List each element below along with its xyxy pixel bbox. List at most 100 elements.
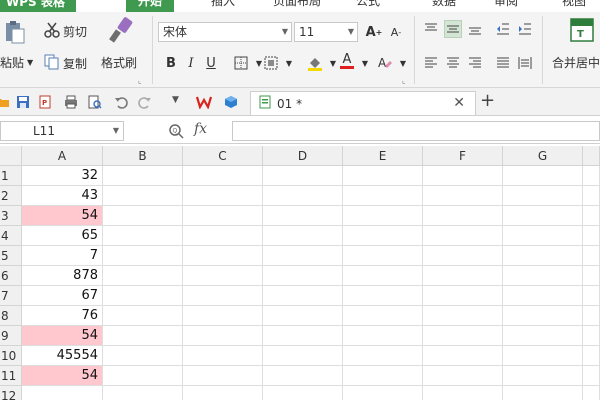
table-cell[interactable] (183, 206, 263, 226)
table-cell[interactable] (263, 346, 343, 366)
row-header[interactable]: 11 (0, 366, 22, 386)
align-top-icon[interactable] (422, 20, 440, 38)
align-left-icon[interactable] (422, 54, 440, 72)
table-cell[interactable] (503, 366, 583, 386)
row-header[interactable]: 10 (0, 346, 22, 366)
tab-insert[interactable]: 插入 (198, 0, 248, 12)
table-cell[interactable] (423, 266, 503, 286)
table-cell[interactable] (103, 326, 183, 346)
table-cell[interactable] (583, 326, 600, 346)
table-cell[interactable] (503, 266, 583, 286)
table-cell[interactable] (343, 346, 423, 366)
app-menu-button[interactable]: WPS 表格 (0, 0, 76, 12)
table-cell[interactable] (423, 166, 503, 186)
table-cell[interactable] (503, 306, 583, 326)
table-cell[interactable] (583, 186, 600, 206)
borders-icon[interactable] (232, 54, 250, 72)
table-cell[interactable] (343, 166, 423, 186)
table-cell[interactable] (423, 366, 503, 386)
table-cell[interactable] (343, 326, 423, 346)
formula-input[interactable] (232, 121, 600, 141)
print-preview-icon[interactable] (88, 95, 102, 109)
cell-a10[interactable]: 45554 (22, 346, 103, 366)
table-cell[interactable] (343, 226, 423, 246)
table-cell[interactable] (503, 206, 583, 226)
row-header[interactable]: 4 (0, 226, 22, 246)
table-cell[interactable] (103, 266, 183, 286)
table-cell[interactable] (183, 346, 263, 366)
document-tab[interactable]: 01 * ✕ (250, 91, 476, 115)
table-cell[interactable] (503, 326, 583, 346)
table-cell[interactable] (183, 326, 263, 346)
chevron-down-icon[interactable]: ▼ (394, 54, 412, 72)
merge-center-icon[interactable]: T (570, 18, 594, 42)
table-cell[interactable] (263, 286, 343, 306)
table-cell[interactable] (263, 386, 343, 400)
row-header[interactable]: 6 (0, 266, 22, 286)
table-cell[interactable] (423, 226, 503, 246)
cell-a5[interactable]: 7 (22, 246, 103, 266)
table-cell[interactable] (343, 386, 423, 400)
table-cell[interactable] (503, 246, 583, 266)
table-cell[interactable] (343, 306, 423, 326)
table-cell[interactable] (423, 206, 503, 226)
table-cell[interactable] (343, 206, 423, 226)
table-cell[interactable] (343, 286, 423, 306)
undo-icon[interactable] (114, 95, 128, 109)
open-folder-icon[interactable] (0, 95, 10, 109)
export-pdf-icon[interactable]: P (38, 95, 52, 109)
wps-logo-icon[interactable] (195, 95, 213, 110)
chevron-down-icon[interactable]: ▼ (356, 54, 374, 72)
align-center-icon[interactable] (444, 54, 462, 72)
format-painter-icon[interactable] (106, 16, 134, 44)
table-cell[interactable] (423, 186, 503, 206)
table-cell[interactable] (103, 186, 183, 206)
table-cell[interactable] (503, 346, 583, 366)
cloud-box-icon[interactable] (224, 95, 238, 109)
table-cell[interactable] (423, 306, 503, 326)
table-cell[interactable] (583, 266, 600, 286)
table-cell[interactable] (263, 246, 343, 266)
font-name-select[interactable]: 宋体 ▼ (158, 22, 292, 42)
table-cell[interactable] (583, 166, 600, 186)
cut-button[interactable]: 剪切 (44, 22, 87, 41)
cell-a11[interactable]: 54 (22, 366, 103, 386)
decrease-indent-icon[interactable] (494, 20, 512, 38)
table-cell[interactable] (503, 186, 583, 206)
clipboard-launcher-icon[interactable]: ⌞ (138, 76, 142, 85)
column-header-e[interactable]: E (343, 146, 423, 166)
tab-review[interactable]: 审阅 (484, 0, 528, 12)
new-tab-icon[interactable]: + (480, 90, 495, 111)
row-header[interactable]: 3 (0, 206, 22, 226)
column-header-d[interactable]: D (263, 146, 343, 166)
cell-a9[interactable]: 54 (22, 326, 103, 346)
fill-color-icon[interactable] (306, 54, 324, 72)
italic-icon[interactable]: I (182, 54, 200, 72)
table-cell[interactable] (343, 266, 423, 286)
table-cell[interactable] (343, 246, 423, 266)
table-cell[interactable] (423, 326, 503, 346)
close-icon[interactable]: ✕ (453, 95, 465, 111)
table-cell[interactable] (103, 306, 183, 326)
print-icon[interactable] (64, 95, 78, 109)
row-header[interactable]: 8 (0, 306, 22, 326)
cell-a4[interactable]: 65 (22, 226, 103, 246)
align-right-icon[interactable] (466, 54, 484, 72)
row-header[interactable]: 2 (0, 186, 22, 206)
table-cell[interactable] (183, 166, 263, 186)
table-cell[interactable] (583, 226, 600, 246)
align-middle-icon[interactable] (444, 20, 462, 38)
table-cell[interactable] (103, 246, 183, 266)
cell-a8[interactable]: 76 (22, 306, 103, 326)
distributed-align-icon[interactable] (516, 54, 534, 72)
table-cell[interactable] (263, 366, 343, 386)
tab-home[interactable]: 开始 (126, 0, 174, 12)
merge-center-button[interactable]: 合并居中 (552, 54, 600, 71)
table-cell[interactable] (503, 166, 583, 186)
table-cell[interactable] (583, 286, 600, 306)
table-cell[interactable] (583, 306, 600, 326)
table-cell[interactable] (423, 346, 503, 366)
table-cell[interactable] (503, 226, 583, 246)
table-cell[interactable] (103, 386, 183, 400)
copy-button[interactable]: 复制 (44, 54, 87, 73)
